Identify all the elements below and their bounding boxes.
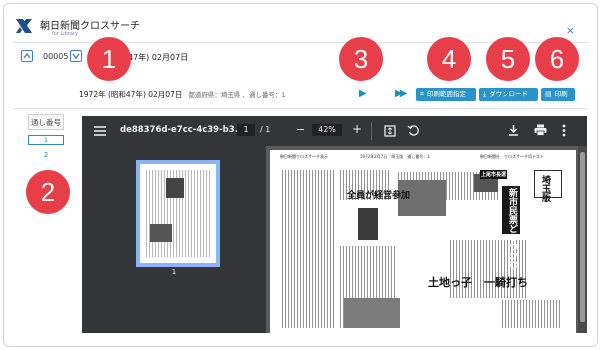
news-photo [358, 208, 378, 240]
viewer-scrollbar[interactable] [578, 146, 587, 333]
download-button[interactable]: ⤓ ダウンロード [479, 88, 538, 101]
menu-icon[interactable] [94, 126, 106, 136]
page-number-input[interactable]: 1 [237, 124, 255, 136]
app-subtitle: for Library [52, 31, 78, 37]
zoom-out-icon[interactable]: − [296, 123, 305, 136]
print-range-button[interactable]: ⌗ 印刷範囲指定 [416, 88, 476, 101]
news-photo [344, 298, 400, 328]
article-text [502, 300, 562, 328]
zoom-level[interactable]: 42% [312, 124, 342, 136]
zoom-in-icon[interactable]: + [352, 122, 362, 136]
download-icon: ⤓ [483, 90, 487, 98]
printer-icon[interactable] [534, 124, 547, 136]
close-icon[interactable]: × [566, 24, 575, 37]
download-icon[interactable] [508, 124, 519, 136]
print-button[interactable]: ▤ 印刷 [541, 88, 575, 101]
thumbnail-page-number: 1 [171, 268, 177, 276]
print-range-label: 印刷範囲指定 [426, 90, 466, 98]
crop-icon: ⌗ [420, 90, 424, 98]
app-title: 朝日新聞クロスサーチ [40, 21, 140, 32]
toolbar-divider [13, 108, 588, 109]
scrollbar-thumb[interactable] [580, 152, 585, 322]
chevron-down-icon [72, 53, 80, 60]
issue-date-selector[interactable]: 47年) 02月07日 [128, 52, 188, 63]
page-number-header: 通し番号 [28, 114, 64, 130]
label-box: 上尾市長選 [480, 170, 508, 179]
printer-icon: ▤ [545, 90, 552, 98]
logo-icon [16, 19, 32, 33]
more-options-icon[interactable] [562, 124, 566, 137]
issue-date: 1972年 (昭和47年) 02月07日 [79, 90, 183, 99]
rotate-icon[interactable] [407, 124, 420, 137]
headline-vertical: 新市民票どうつかむ [507, 188, 517, 269]
thumbnail-photo [166, 178, 184, 198]
headline: 土地っ子 [428, 276, 472, 289]
newspaper-page: 朝日新聞クロスサーチ表示 1972年2月7日 埼玉版 通し番号：1 朝日新聞社 … [270, 150, 576, 333]
annotation-badge-5: 5 [486, 37, 530, 81]
page-link-2[interactable]: 2 [28, 151, 64, 159]
issue-number: 00005 [43, 52, 69, 61]
toolbar-separator [371, 122, 372, 140]
last-page-icon[interactable]: ▶▶ [395, 88, 408, 99]
page-thumbnail[interactable] [136, 160, 220, 267]
headline: 一騎打ち [484, 276, 528, 289]
app-window: 朝日新聞クロスサーチ for Library × 00005 47年) 02月0… [3, 3, 598, 347]
print-label: 印刷 [554, 90, 568, 98]
chevron-up-icon [23, 52, 31, 59]
page-link-1[interactable]: 1 [28, 135, 64, 145]
newspaper-header-left: 朝日新聞クロスサーチ表示 [280, 154, 328, 159]
pdf-filename: de88376d-e7cc-4c39-b3... [120, 125, 245, 135]
previous-issue-button[interactable] [21, 50, 33, 62]
thumbnail-sidebar: 1 [82, 146, 266, 333]
thumbnail-photo [150, 224, 172, 242]
issue-info: 1972年 (昭和47年) 02月07日 都道府県：埼玉県 、通し番号：1 [79, 89, 286, 100]
pdf-toolbar: de88376d-e7cc-4c39-b3... 1 / 1 − 42% + [82, 116, 587, 146]
next-issue-button[interactable] [70, 50, 82, 62]
newspaper-header-mid: 1972年2月7日 埼玉版 通し番号：1 [360, 154, 430, 159]
page-total: / 1 [260, 125, 271, 134]
pdf-viewer: de88376d-e7cc-4c39-b3... 1 / 1 − 42% + 1… [82, 116, 587, 333]
annotation-badge-6: 6 [535, 37, 579, 81]
headline: 全員が経営参加 [347, 191, 411, 201]
next-page-icon[interactable]: ▶ [359, 88, 367, 99]
annotation-badge-2: 2 [26, 170, 70, 214]
fit-page-icon[interactable] [384, 125, 396, 137]
download-label: ダウンロード [489, 90, 529, 98]
article-text [282, 170, 334, 328]
annotation-badge-1: 1 [87, 37, 131, 81]
section-box: 埼玉版 [534, 170, 562, 202]
issue-meta: 都道府県：埼玉県 、通し番号：1 [188, 91, 286, 99]
annotation-badge-3: 3 [339, 37, 383, 81]
annotation-badge-4: 4 [427, 37, 471, 81]
section-title: 埼玉版 [540, 175, 550, 202]
newspaper-header-right: 朝日新聞社 クロスサーチ用テスト [480, 154, 544, 159]
